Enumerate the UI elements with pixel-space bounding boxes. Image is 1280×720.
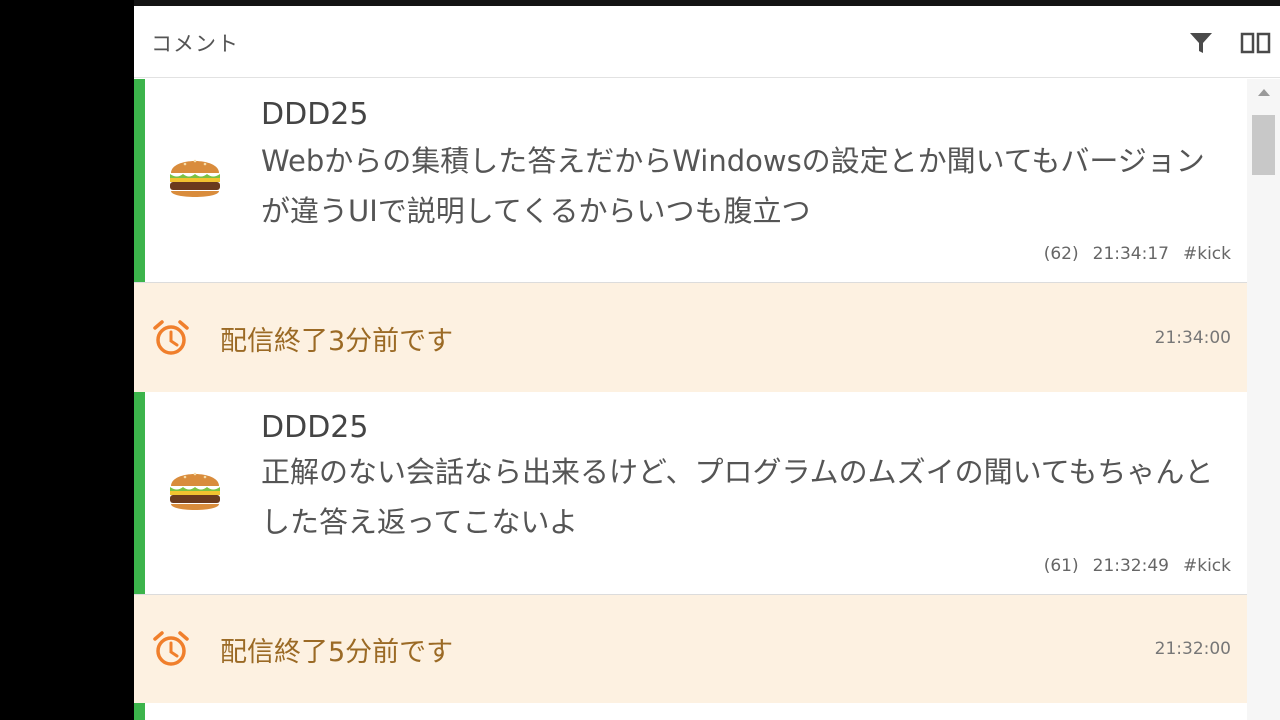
hamburger-icon: [170, 472, 220, 510]
comment-panel: コメント DDD25 Webからの集積した答えだからWindowsの設定とか聞い…: [134, 0, 1280, 720]
scroll-thumb[interactable]: [1252, 115, 1275, 175]
scroll-up-arrow-icon[interactable]: [1258, 89, 1270, 96]
comment-item[interactable]: DDD25 正解のない会話なら出来るけど、プログラムのムズイの聞いてもちゃんとし…: [134, 392, 1247, 595]
filter-button[interactable]: [1188, 32, 1214, 54]
notice-time: 21:34:00: [1154, 328, 1231, 348]
comment-time: 21:32:49: [1092, 556, 1169, 576]
columns-icon: [1240, 32, 1271, 54]
comment-accent-bar: [134, 703, 145, 720]
comment-meta: (61) 21:32:49 #kick: [1030, 556, 1231, 576]
comment-count: (61): [1043, 556, 1079, 576]
notice-time: 21:32:00: [1154, 639, 1231, 659]
comment-text: 正解のない会話なら出来るけど、プログラムのムズイの聞いてもちゃんとした答え返って…: [261, 455, 1214, 539]
panel-title: コメント: [151, 32, 239, 56]
comment-time: 21:34:17: [1092, 244, 1169, 264]
notice-text: 配信終了3分前です: [220, 326, 454, 357]
hamburger-icon: [170, 159, 220, 197]
notice-item: 配信終了5分前です 21:32:00: [134, 595, 1247, 703]
alarm-clock-icon: [153, 320, 189, 355]
filter-icon: [1190, 33, 1212, 53]
panel-header: コメント: [134, 6, 1280, 78]
scrollbar[interactable]: [1247, 79, 1280, 720]
comment-text: Webからの集積した答えだからWindowsの設定とか聞いてもバージョンが違うU…: [261, 144, 1205, 228]
comment-count: (62): [1043, 244, 1079, 264]
comment-author: DDD25: [261, 410, 369, 445]
comment-item[interactable]: [134, 703, 1247, 720]
comment-list[interactable]: DDD25 Webからの集積した答えだからWindowsの設定とか聞いてもバージ…: [134, 79, 1247, 720]
comment-author: DDD25: [261, 97, 369, 132]
comment-tag: #kick: [1182, 244, 1231, 264]
alarm-clock-icon: [153, 631, 189, 666]
notice-item: 配信終了3分前です 21:34:00: [134, 283, 1247, 392]
comment-meta: (62) 21:34:17 #kick: [1030, 244, 1231, 264]
comment-accent-bar: [134, 79, 145, 282]
layout-toggle-button[interactable]: [1240, 32, 1272, 54]
comment-tag: #kick: [1182, 556, 1231, 576]
comment-accent-bar: [134, 392, 145, 594]
notice-text: 配信終了5分前です: [220, 637, 454, 668]
comment-item[interactable]: DDD25 Webからの集積した答えだからWindowsの設定とか聞いてもバージ…: [134, 79, 1247, 283]
